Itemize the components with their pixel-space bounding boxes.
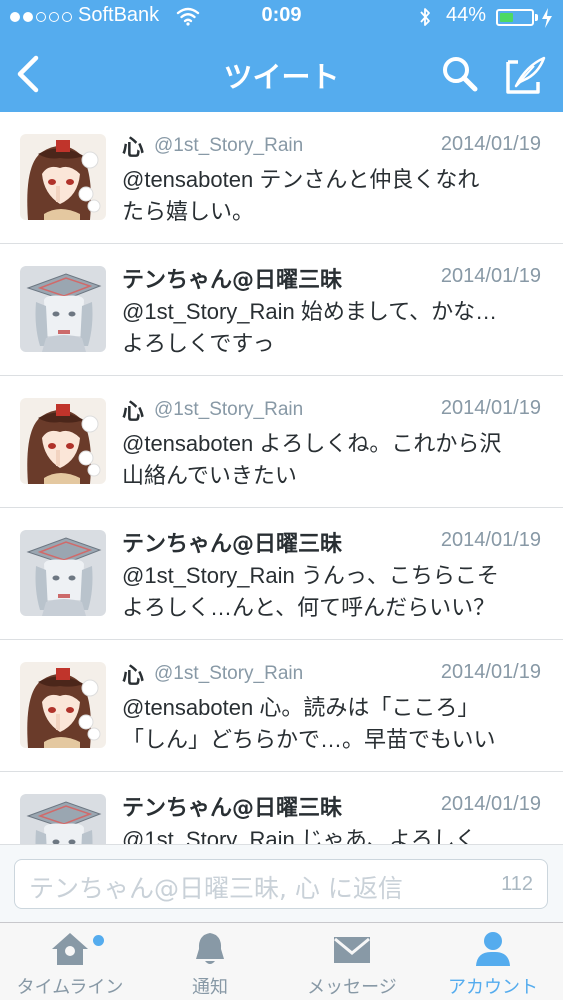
- tweet-row[interactable]: テンちゃん@日曜三昧 2014/01/19 @1st_Story_Rain じゃ…: [0, 772, 563, 844]
- tweet-text: @tensaboten 心。読みは「こころ」 「しん」どちらかで…。早苗でもいい: [122, 692, 542, 756]
- top-bar: SoftBank 0:09 44% ツイート: [0, 0, 563, 112]
- reply-placeholder: テンちゃん@日曜三昧, 心 に返信: [29, 874, 403, 903]
- tweet-row[interactable]: 心 @1st_Story_Rain 2014/01/19 @tensaboten…: [0, 376, 563, 508]
- tweet-author-name: テンちゃん@日曜三昧: [122, 796, 343, 821]
- tweet-author-name: テンちゃん@日曜三昧: [122, 268, 343, 293]
- avatar[interactable]: [20, 398, 106, 484]
- tweet-row[interactable]: 心 @1st_Story_Rain 2014/01/19 @tensaboten…: [0, 112, 563, 244]
- tweet-date: 2014/01/19: [440, 265, 541, 287]
- avatar[interactable]: [20, 794, 106, 844]
- tweet-row[interactable]: テンちゃん@日曜三昧 2014/01/19 @1st_Story_Rain 始め…: [0, 244, 563, 376]
- tweet-date: 2014/01/19: [440, 529, 541, 551]
- battery-percent: 44%: [446, 4, 487, 26]
- avatar[interactable]: [20, 662, 106, 748]
- nav-bar: ツイート: [0, 36, 563, 112]
- battery-icon: [496, 9, 534, 26]
- avatar[interactable]: [20, 530, 106, 616]
- tweet-text-line: @1st_Story_Rain じゃあ、よろしく: [122, 827, 477, 844]
- tweet-author-name: 心: [122, 136, 145, 161]
- tweet-date: 2014/01/19: [440, 661, 541, 683]
- tweet-text-line: @1st_Story_Rain うんっ、こちらこそ: [122, 563, 499, 588]
- tweet-text-line: @tensaboten テンさんと仲良くなれ: [122, 167, 480, 192]
- tweet-text-line: よろしくですっ: [122, 331, 275, 356]
- tweet-author-handle: @1st_Story_Rain: [154, 399, 304, 420]
- tweet-text-line: よろしく…んと、何て呼んだらいい？: [122, 595, 496, 620]
- tweet-text: @1st_Story_Rain 始めまして、かな… よろしくですっ: [122, 296, 542, 360]
- tweet-text: @tensaboten よろしくね。これから沢 山絡んでいきたい: [122, 428, 542, 492]
- notification-badge: [93, 935, 104, 946]
- tweet-date: 2014/01/19: [440, 397, 541, 419]
- tweet-author-name: テンちゃん@日曜三昧: [122, 532, 343, 557]
- tab-label: メッセージ: [307, 977, 397, 998]
- tweet-author-name: 心: [122, 400, 145, 425]
- tweet-text-line: @tensaboten よろしくね。これから沢: [122, 431, 502, 456]
- reply-char-count: 112: [501, 873, 533, 895]
- charging-bolt-icon: [542, 8, 552, 28]
- reply-bar: テンちゃん@日曜三昧, 心 に返信 112: [0, 844, 563, 922]
- tab-account[interactable]: アカウント: [423, 923, 563, 1000]
- avatar[interactable]: [20, 266, 106, 352]
- tab-label: 通知: [192, 977, 228, 998]
- screen: SoftBank 0:09 44% ツイート 心 @1st_Story_Rain…: [0, 0, 563, 1000]
- tab-label: タイムライン: [16, 977, 124, 998]
- tab-messages[interactable]: メッセージ: [282, 923, 422, 1000]
- search-icon[interactable]: [440, 54, 480, 94]
- tweet-date: 2014/01/19: [440, 133, 541, 155]
- battery-level-fill: [500, 13, 513, 22]
- bell-icon: [196, 933, 224, 964]
- tweet-date: 2014/01/19: [440, 793, 541, 815]
- tweet-text-line: たら嬉しい。: [122, 199, 255, 224]
- tweet-author-name: 心: [122, 664, 145, 689]
- tweet-text: @1st_Story_Rain うんっ、こちらこそ よろしく…んと、何て呼んだら…: [122, 560, 542, 624]
- tweet-row[interactable]: テンちゃん@日曜三昧 2014/01/19 @1st_Story_Rain うん…: [0, 508, 563, 640]
- person-icon: [476, 932, 510, 966]
- home-icon: [52, 933, 88, 965]
- status-bar: SoftBank 0:09 44%: [0, 0, 563, 36]
- bluetooth-icon: [420, 8, 430, 26]
- envelope-icon: [334, 937, 370, 963]
- tweet-text-line: 「しん」どちらかで…。早苗でもいい: [122, 727, 496, 752]
- tweet-text-line: 山絡んでいきたい: [122, 463, 297, 488]
- reply-input[interactable]: テンちゃん@日曜三昧, 心 に返信 112: [14, 859, 548, 909]
- tab-label: アカウント: [448, 977, 538, 998]
- tab-bar: タイムライン 通知 メッセージ アカウント: [0, 922, 563, 1000]
- tweet-text: @1st_Story_Rain じゃあ、よろしく: [122, 824, 542, 844]
- tweet-author-handle: @1st_Story_Rain: [154, 663, 304, 684]
- battery-cap: [535, 14, 538, 21]
- tab-notifications[interactable]: 通知: [140, 923, 280, 1000]
- tweet-text-line: @1st_Story_Rain 始めまして、かな…: [122, 299, 498, 324]
- avatar[interactable]: [20, 134, 106, 220]
- tab-timeline[interactable]: タイムライン: [0, 923, 140, 1000]
- compose-icon[interactable]: [504, 52, 548, 96]
- tweet-author-handle: @1st_Story_Rain: [154, 135, 304, 156]
- tweet-row[interactable]: 心 @1st_Story_Rain 2014/01/19 @tensaboten…: [0, 640, 563, 772]
- tweet-text-line: @tensaboten 心。読みは「こころ」: [122, 695, 480, 720]
- tweet-list[interactable]: 心 @1st_Story_Rain 2014/01/19 @tensaboten…: [0, 112, 563, 844]
- tweet-text: @tensaboten テンさんと仲良くなれ たら嬉しい。: [122, 164, 542, 228]
